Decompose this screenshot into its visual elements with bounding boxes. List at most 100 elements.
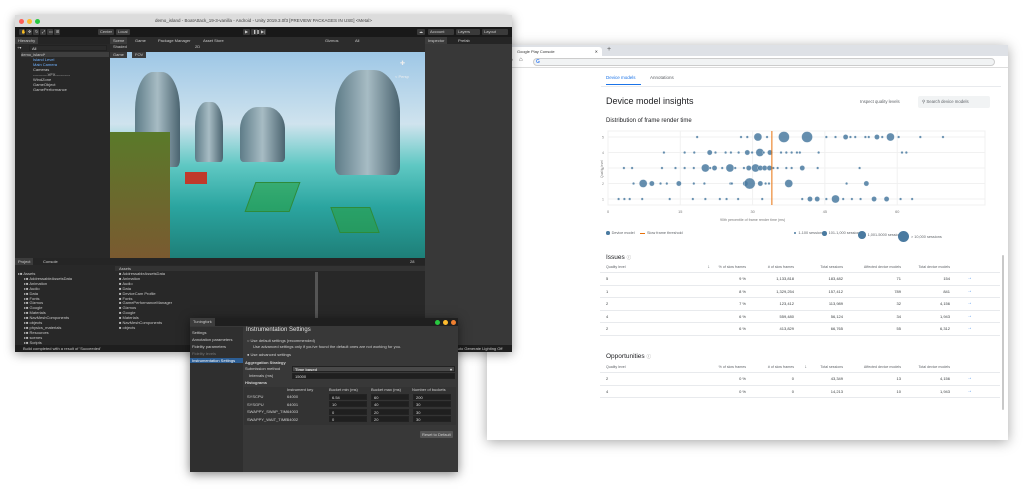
tab-prefab[interactable]: Prefab xyxy=(455,37,473,44)
tab-tuningfork[interactable]: Tuningfork xyxy=(190,318,215,326)
table-row[interactable]: 2 0 % 0 43,349 13 4,156 → xyxy=(600,373,1000,386)
table-row[interactable]: 5 9 % 1,133,818 183,482 71 154 → xyxy=(600,273,1000,286)
tab-device-models[interactable]: Device models xyxy=(606,75,636,80)
2d-toggle[interactable]: 2D xyxy=(195,44,200,49)
pivot-local-toggle[interactable]: Local xyxy=(116,29,130,35)
table-row[interactable]: 4 0 % 0 14,213 10 1,943 → xyxy=(600,386,1000,398)
bucket-count-input[interactable]: 200 xyxy=(413,393,451,400)
arrow-right-icon[interactable]: → xyxy=(967,300,972,306)
inspect-quality-levels-link[interactable]: Inspect quality levels xyxy=(860,99,900,104)
hierarchy-item[interactable]: GamePerformance xyxy=(33,87,67,92)
pause-button[interactable]: ❚❚ xyxy=(251,29,260,35)
gizmos-dropdown[interactable]: Gizmos xyxy=(325,38,339,43)
bucket-max-input[interactable]: 40 xyxy=(371,401,409,407)
add-button[interactable]: +▾ xyxy=(17,45,21,50)
nav-item[interactable]: Fidelity levels xyxy=(190,351,243,356)
arrow-right-icon[interactable]: → xyxy=(967,375,972,381)
table-row[interactable]: 2 7 % 123,412 113,989 32 4,156 → xyxy=(600,298,1000,311)
hand-tool-icon[interactable]: ✋ xyxy=(19,29,26,35)
pivot-center-toggle[interactable]: Center xyxy=(98,29,115,35)
tab-package-manager[interactable]: Package Manager xyxy=(155,37,193,44)
tab-hierarchy[interactable]: Hierarchy xyxy=(15,37,39,44)
arrow-right-icon[interactable]: → xyxy=(967,275,972,281)
column-header[interactable]: Total sessions xyxy=(820,365,843,369)
bucket-min-input[interactable]: 0 xyxy=(329,416,367,422)
close-tab-icon[interactable]: ✕ xyxy=(595,47,598,56)
table-row[interactable]: 1 8 % 1,329,254 157,412 789 841 → xyxy=(600,286,1000,298)
cloud-icon[interactable]: ☁ xyxy=(417,29,425,35)
nav-item[interactable]: Instrumentation Settings xyxy=(190,358,243,363)
home-icon[interactable]: ⌂ xyxy=(519,57,523,63)
bucket-max-input[interactable]: 20 xyxy=(371,408,409,415)
column-header[interactable]: % of slow frames xyxy=(719,265,746,269)
column-header[interactable]: Affected device models xyxy=(864,265,901,269)
minimize-window-button[interactable] xyxy=(27,18,32,24)
scale-tool-icon[interactable]: ⤢ xyxy=(40,29,46,35)
bucket-max-input[interactable]: 20 xyxy=(371,416,409,422)
bucket-min-input[interactable]: 6.54 xyxy=(329,393,367,400)
nav-item[interactable]: Annotation parameters xyxy=(190,337,243,342)
play-button[interactable]: ▶ xyxy=(243,29,250,35)
perspective-label[interactable]: < Persp xyxy=(395,74,409,79)
bucket-count-input[interactable]: 30 xyxy=(413,401,451,407)
arrow-right-icon[interactable]: → xyxy=(967,288,972,294)
column-header[interactable]: Total device models xyxy=(918,365,950,369)
bucket-count-input[interactable]: 30 xyxy=(413,408,451,415)
gizmo-search[interactable]: All xyxy=(355,38,359,43)
game-view-tab[interactable]: Game xyxy=(110,52,127,58)
nav-item[interactable]: Fidelity parameters xyxy=(190,344,243,349)
table-row[interactable]: 4 6 % 559,480 56,124 34 1,943 → xyxy=(600,311,1000,323)
tab-asset-store[interactable]: Asset Store xyxy=(200,37,227,44)
scene-view[interactable]: Game FOV ✚ < Persp xyxy=(110,52,425,258)
account-dropdown[interactable]: Account xyxy=(428,29,454,35)
help-icon[interactable]: ⓘ xyxy=(646,354,651,359)
column-header[interactable]: Total device models xyxy=(918,265,950,269)
nav-item[interactable]: Settings xyxy=(190,330,243,335)
radio-advanced-settings[interactable]: ● Use advanced settings xyxy=(247,352,291,357)
layers-dropdown[interactable]: Layers xyxy=(456,29,480,35)
minimize-window-button[interactable] xyxy=(443,319,448,325)
page-scrollbar[interactable] xyxy=(1002,255,1004,410)
column-header[interactable]: Affected device models xyxy=(864,365,901,369)
column-header[interactable]: # of slow frames xyxy=(768,265,794,269)
tab-game[interactable]: Game xyxy=(132,37,149,44)
arrow-right-icon[interactable]: → xyxy=(967,313,972,319)
rotate-tool-icon[interactable]: ↻ xyxy=(33,29,39,35)
help-icon[interactable]: ⓘ xyxy=(627,255,632,260)
tab-project[interactable]: Project xyxy=(15,258,34,265)
close-window-button[interactable] xyxy=(451,319,456,325)
search-device-models-input[interactable]: ⚲ Search device models xyxy=(918,96,990,108)
address-input[interactable]: G xyxy=(533,58,995,66)
tab-console[interactable]: Console xyxy=(40,258,61,265)
close-window-button[interactable] xyxy=(19,18,24,24)
layout-dropdown[interactable]: Layout xyxy=(482,29,508,35)
step-button[interactable]: ▶| xyxy=(259,29,266,35)
bucket-min-input[interactable]: 10 xyxy=(329,401,367,407)
tab-inspector[interactable]: Inspector xyxy=(425,37,448,44)
project-folder[interactable]: ▸■ Scripts xyxy=(24,340,42,345)
scrollbar[interactable] xyxy=(315,272,318,322)
tab-annotations[interactable]: Annotations xyxy=(650,75,674,80)
sort-arrow-down-icon[interactable]: ↓ xyxy=(708,264,711,270)
fov-dropdown[interactable]: FOV xyxy=(132,52,147,58)
radio-default-settings[interactable]: ○ Use default settings (recommended) xyxy=(247,338,315,343)
hierarchy-search[interactable]: All xyxy=(29,45,107,51)
table-row[interactable]: 2 6 % 413,829 66,765 55 6,312 → xyxy=(600,323,1000,336)
submission-method-select[interactable]: Time based ▾ xyxy=(292,366,455,372)
column-header[interactable]: Total sessions xyxy=(820,265,843,269)
intervals-input[interactable]: 15000 xyxy=(292,373,455,379)
maximize-window-button[interactable] xyxy=(435,319,440,325)
transform-tool-icon[interactable]: ⊞ xyxy=(54,29,60,35)
asset-item[interactable]: ■ objects xyxy=(119,325,135,330)
reset-to-default-button[interactable]: Reset to Default xyxy=(420,431,453,438)
bucket-max-input[interactable]: 60 xyxy=(371,393,409,400)
bucket-count-input[interactable]: 30 xyxy=(413,416,451,422)
shading-mode-dropdown[interactable]: Shaded xyxy=(113,44,127,49)
arrow-right-icon[interactable]: → xyxy=(967,325,972,331)
sort-arrow-down-icon[interactable]: ↓ xyxy=(805,364,808,370)
maximize-window-button[interactable] xyxy=(35,18,40,24)
browser-tab[interactable]: Google Play Console ✕ xyxy=(507,47,602,56)
rect-tool-icon[interactable]: ▭ xyxy=(47,29,53,35)
new-tab-button[interactable]: + xyxy=(607,46,611,53)
column-header[interactable]: # of slow frames xyxy=(768,365,794,369)
